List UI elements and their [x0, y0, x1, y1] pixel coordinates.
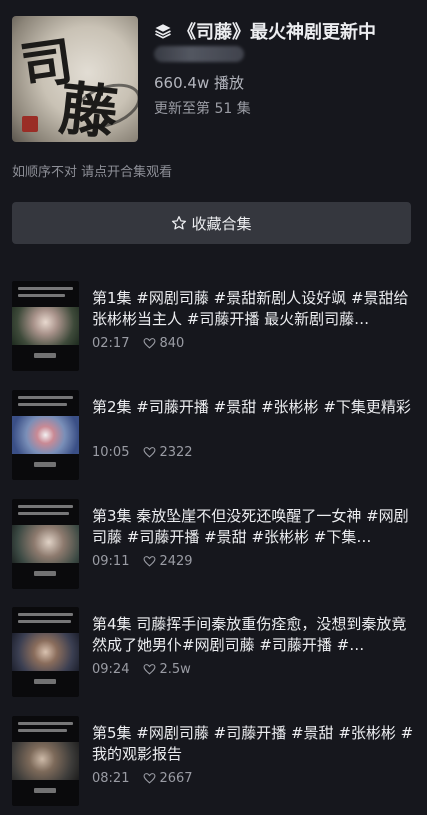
cover-seal: [22, 116, 38, 132]
episode-meta: 09:24 2.5w: [92, 662, 191, 677]
episode-title: 第5集 #网剧司藤 #司藤开播 #景甜 #张彬彬 #我的观影报告: [92, 724, 414, 763]
episode-item-5[interactable]: 第5集 #网剧司藤 #司藤开播 #景甜 #张彬彬 #我的观影报告 08:21 2…: [12, 716, 415, 806]
episode-item-3[interactable]: 第3集 秦放坠崖不但没死还唤醒了一女神 #网剧司藤 #司藤开播 #景甜 #张彬彬…: [12, 499, 415, 589]
likes-count: 840: [159, 336, 185, 351]
favorite-collection-button[interactable]: 收藏合集: [12, 202, 411, 244]
collection-title: 《司藤》最火神剧更新中: [178, 22, 376, 43]
episode-duration: 02:17: [92, 336, 130, 351]
likes-count: 2429: [159, 554, 193, 569]
update-status: 更新至第 51 集: [154, 101, 251, 117]
collection-header: 司 藤 《司藤》最火神剧更新中 660.4w 播放 更新至第 51 集: [12, 16, 415, 146]
episode-duration: 09:24: [92, 662, 130, 677]
favorite-button-label: 收藏合集: [191, 214, 252, 233]
episode-item-1[interactable]: 第1集 #网剧司藤 #景甜新剧人设好飒 #景甜给张彬彬当主人 #司藤开播 最火新…: [12, 281, 415, 371]
episode-meta: 08:21 2667: [92, 771, 193, 786]
layers-icon: [155, 24, 171, 39]
author-name-blurred[interactable]: [154, 46, 244, 62]
episode-meta: 09:11 2429: [92, 554, 193, 569]
episode-likes: 2.5w: [143, 662, 191, 677]
episode-thumbnail[interactable]: [12, 607, 79, 697]
play-count: 660.4w 播放: [154, 74, 244, 92]
episode-likes: 2429: [143, 554, 193, 569]
likes-count: 2322: [159, 445, 193, 460]
collection-cover-image[interactable]: 司 藤: [12, 16, 138, 142]
heart-icon: [144, 447, 156, 458]
likes-count: 2.5w: [159, 662, 191, 677]
episode-meta: 10:05 2322: [92, 445, 193, 460]
heart-icon: [144, 664, 156, 675]
episode-thumbnail[interactable]: [12, 281, 79, 371]
heart-icon: [144, 773, 156, 784]
episode-thumbnail[interactable]: [12, 390, 79, 480]
episode-title: 第3集 秦放坠崖不但没死还唤醒了一女神 #网剧司藤 #司藤开播 #景甜 #张彬彬…: [92, 507, 409, 546]
episode-title: 第2集 #司藤开播 #景甜 #张彬彬 #下集更精彩: [92, 398, 411, 416]
episode-thumbnail[interactable]: [12, 716, 79, 806]
star-icon: [172, 216, 187, 230]
episode-thumbnail[interactable]: [12, 499, 79, 589]
episode-title: 第1集 #网剧司藤 #景甜新剧人设好飒 #景甜给张彬彬当主人 #司藤开播 最火新…: [92, 289, 409, 328]
episode-likes: 840: [143, 336, 184, 351]
collection-title-row: 《司藤》最火神剧更新中: [154, 18, 376, 44]
episode-duration: 09:11: [92, 554, 130, 569]
heart-icon: [144, 556, 156, 567]
episode-duration: 08:21: [92, 771, 130, 786]
episode-item-4[interactable]: 第4集 司藤挥手间秦放重伤痊愈，没想到秦放竟然成了她男仆#网剧司藤 #司藤开播 …: [12, 607, 415, 697]
episode-title: 第4集 司藤挥手间秦放重伤痊愈，没想到秦放竟然成了她男仆#网剧司藤 #司藤开播 …: [92, 615, 407, 654]
episode-likes: 2667: [143, 771, 193, 786]
episode-likes: 2322: [143, 445, 193, 460]
episode-duration: 10:05: [92, 445, 130, 460]
episode-meta: 02:17 840: [92, 336, 184, 351]
likes-count: 2667: [159, 771, 193, 786]
order-hint: 如顺序不对 请点开合集观看: [12, 165, 173, 180]
heart-icon: [144, 338, 156, 349]
episode-item-2[interactable]: 第2集 #司藤开播 #景甜 #张彬彬 #下集更精彩 10:05 2322: [12, 390, 415, 480]
